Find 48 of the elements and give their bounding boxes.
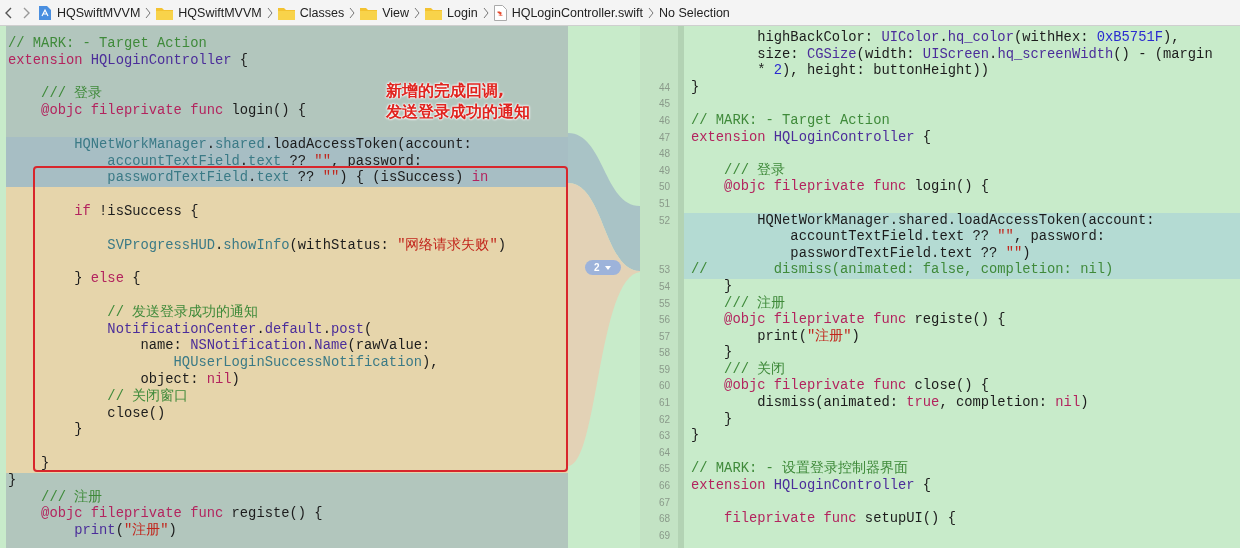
line-number: 49: [657, 163, 671, 178]
breadcrumb-item[interactable]: Classes: [299, 5, 345, 20]
annotation-note: 新增的完成回调, 发送登录成功的通知: [386, 80, 530, 122]
folder-icon: [425, 5, 443, 20]
line-number: 47: [657, 130, 671, 145]
line-number: 64: [657, 445, 671, 460]
line-number: 54: [657, 279, 671, 294]
line-number: 61: [657, 396, 671, 411]
breadcrumb-item[interactable]: HQLoginController.swift: [511, 5, 643, 20]
line-number: 51: [657, 196, 671, 211]
back-icon[interactable]: [4, 5, 14, 20]
line-number: 57: [657, 329, 671, 344]
chevron-icon: [266, 6, 273, 19]
line-number: 59: [657, 362, 671, 377]
caret-icon: [604, 265, 611, 270]
folder-icon: [156, 5, 174, 20]
line-number: 55: [657, 296, 671, 311]
line-number: 65: [657, 462, 671, 477]
line-number: 52: [657, 213, 671, 228]
chevron-icon: [145, 6, 152, 19]
line-number: 48: [657, 147, 671, 162]
breadcrumb-item[interactable]: View: [382, 5, 410, 20]
line-number: 53: [657, 263, 671, 278]
folder-icon: [277, 5, 295, 20]
chevron-icon: [414, 6, 421, 19]
line-number: 58: [657, 346, 671, 361]
breadcrumb-item[interactable]: HQSwiftMVVM: [178, 5, 262, 20]
line-number: 67: [657, 495, 671, 510]
line-number: 69: [657, 528, 671, 543]
folder-icon: [360, 5, 378, 20]
breadcrumb-item[interactable]: Login: [447, 5, 478, 20]
swift-file-icon: [493, 4, 507, 21]
line-number: 62: [657, 412, 671, 427]
line-number: 50: [657, 180, 671, 195]
chevron-icon: [647, 6, 654, 19]
line-number: 68: [657, 512, 671, 527]
chevron-icon: [482, 6, 489, 19]
line-number: 46: [657, 113, 671, 128]
breadcrumb-item[interactable]: No Selection: [658, 5, 730, 20]
line-number: 44: [657, 80, 671, 95]
line-number: 60: [657, 379, 671, 394]
line-number: 45: [657, 97, 671, 112]
breadcrumb-item[interactable]: HQSwiftMVVM: [57, 5, 141, 20]
line-number: 56: [657, 313, 671, 328]
line-number: 66: [657, 479, 671, 494]
project-icon: [38, 4, 52, 21]
chevron-icon: [349, 6, 356, 19]
line-number: 63: [657, 429, 671, 444]
